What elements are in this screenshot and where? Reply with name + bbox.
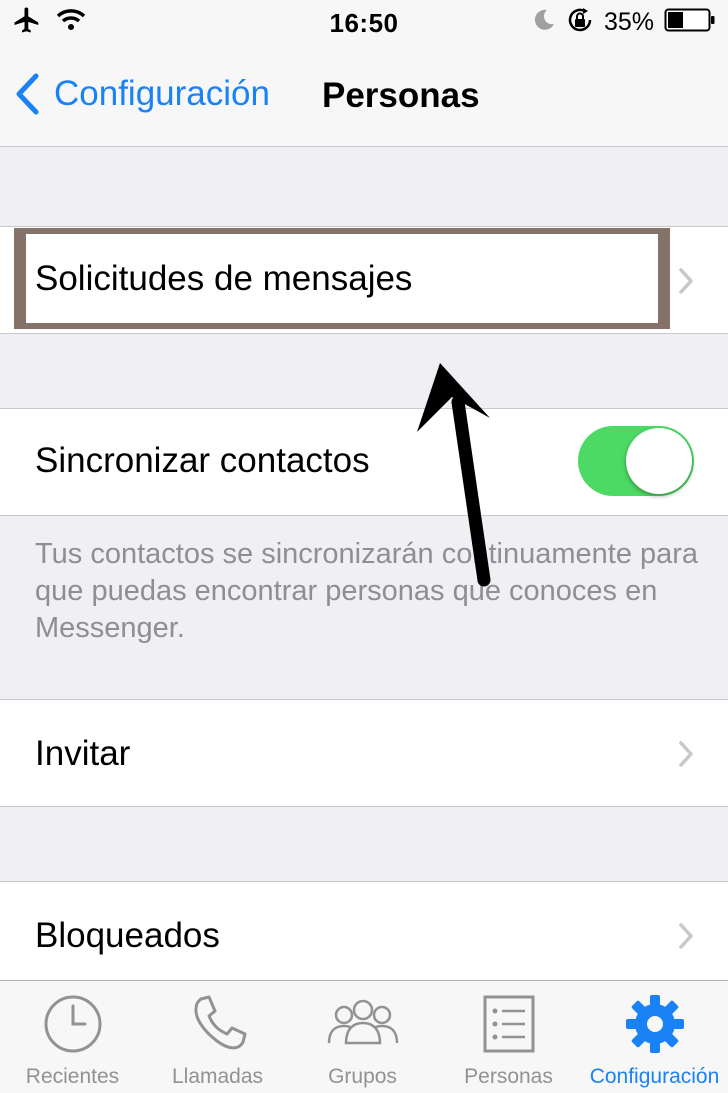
tab-recientes[interactable]: Recientes: [0, 981, 145, 1093]
tab-label: Grupos: [328, 1065, 397, 1088]
tab-label: Recientes: [25, 1065, 120, 1088]
blocked-row[interactable]: Bloqueados: [0, 881, 728, 993]
battery-percent: 35%: [603, 7, 654, 36]
tab-grupos[interactable]: Grupos: [290, 981, 435, 1093]
invite-row[interactable]: Invitar: [0, 699, 728, 807]
back-label: Configuración: [54, 74, 270, 113]
tab-label: Configuración: [589, 1065, 720, 1088]
gear-icon: [625, 995, 684, 1053]
tab-personas[interactable]: Personas: [436, 981, 581, 1093]
back-button[interactable]: Configuración: [14, 72, 270, 116]
clock-icon: [44, 995, 101, 1053]
status-bar: 16:50 35%: [0, 0, 728, 44]
group-icon: [327, 999, 398, 1045]
chevron-right-icon: [679, 268, 693, 294]
chevron-right-icon: [679, 741, 693, 767]
rotation-lock-icon: [566, 6, 594, 39]
blocked-label: Bloqueados: [35, 916, 220, 955]
tab-bar: Recientes Llamadas Grupos Personas Confi…: [0, 980, 728, 1093]
status-right: 35%: [532, 6, 716, 38]
tab-llamadas[interactable]: Llamadas: [145, 981, 290, 1093]
chevron-left-icon: [16, 73, 39, 115]
phone-icon: [193, 995, 246, 1050]
page-title: Personas: [322, 76, 480, 115]
tab-label: Llamadas: [171, 1065, 264, 1088]
navigation-bar: Configuración Personas: [0, 44, 728, 147]
sync-footnote: Tus contactos se sincronizarán continuam…: [35, 538, 699, 644]
tab-label: Personas: [464, 1065, 553, 1088]
list-icon: [483, 995, 534, 1053]
sync-contacts-label: Sincronizar contactos: [35, 441, 370, 480]
moon-icon: [532, 8, 556, 37]
highlight-box: [14, 228, 670, 329]
battery-icon: [664, 7, 716, 38]
sync-contacts-toggle[interactable]: [578, 426, 694, 496]
tab-configuracion[interactable]: Configuración: [581, 981, 728, 1093]
toggle-knob: [626, 428, 692, 494]
invite-label: Invitar: [35, 734, 131, 773]
chevron-right-icon: [679, 923, 693, 949]
